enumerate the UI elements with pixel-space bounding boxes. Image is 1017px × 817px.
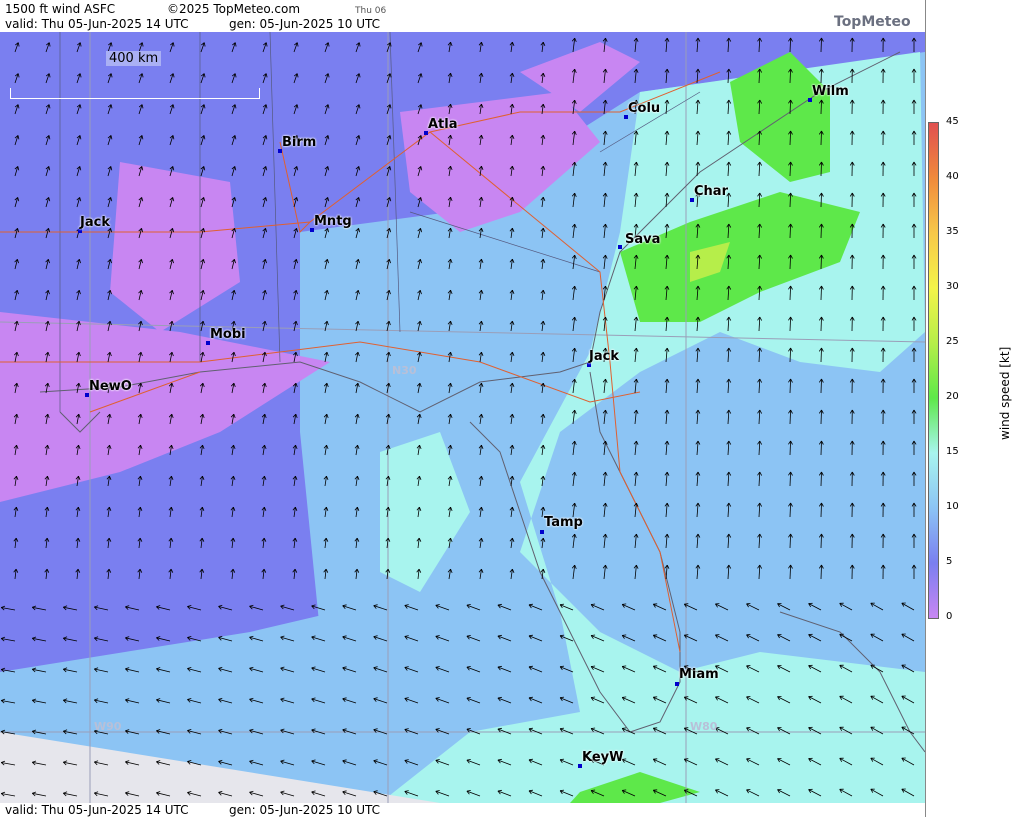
city-label: Sava <box>625 232 661 247</box>
day-label: Thu 06 <box>355 6 387 16</box>
city-label: Miam <box>679 667 719 682</box>
city-label: KeyW <box>582 750 624 765</box>
legend-tick: 35 <box>946 226 959 237</box>
legend-title: wind speed [kt] <box>998 346 1012 440</box>
wind-map[interactable]: 400 km N30 W90 W80 Birm Atla Colu Wilm J… <box>0 32 925 803</box>
legend-tick: 20 <box>946 391 959 402</box>
generated-time: gen: 05-Jun-2025 10 UTC <box>229 17 381 31</box>
city-label: Tamp <box>544 515 583 530</box>
scale-bar <box>10 88 260 99</box>
city-label: Mobi <box>210 327 246 342</box>
city-label: NewO <box>89 379 132 394</box>
grid-label-w90: W90 <box>94 720 122 733</box>
product-title: 1500 ft wind ASFC <box>5 2 116 16</box>
legend-tick: 30 <box>946 281 959 292</box>
topmeteo-logo: TopMeteo <box>834 14 911 30</box>
city-label: Char <box>694 184 728 199</box>
copyright: ©2025 TopMeteo.com <box>167 2 301 16</box>
legend-tick: 25 <box>946 336 959 347</box>
scale-label: 400 km <box>106 51 162 66</box>
color-bar <box>928 122 939 619</box>
legend-tick: 40 <box>946 171 959 182</box>
city-label: Birm <box>282 135 317 150</box>
legend-tick: 0 <box>946 611 953 622</box>
city-label: Atla <box>428 117 458 132</box>
legend-tick: 45 <box>946 116 959 127</box>
grid-label-n30: N30 <box>392 364 417 377</box>
legend-tick: 10 <box>946 501 959 512</box>
legend-tick: 5 <box>946 556 953 567</box>
wind-field-svg <box>0 32 925 803</box>
city-label: Mntg <box>314 214 352 229</box>
city-label: Jack <box>589 349 619 364</box>
grid-label-w80: W80 <box>690 720 718 733</box>
footer-gen: gen: 05-Jun-2025 10 UTC <box>229 803 381 817</box>
footer-valid: valid: Thu 05-Jun-2025 14 UTC <box>5 803 189 817</box>
legend-tick: 15 <box>946 446 959 457</box>
city-label: Colu <box>628 101 661 116</box>
footer-bar: valid: Thu 05-Jun-2025 14 UTC gen: 05-Ju… <box>0 803 925 817</box>
valid-time: valid: Thu 05-Jun-2025 14 UTC <box>5 17 189 31</box>
city-label: Wilm <box>812 84 849 99</box>
city-label: Jack <box>80 215 110 230</box>
